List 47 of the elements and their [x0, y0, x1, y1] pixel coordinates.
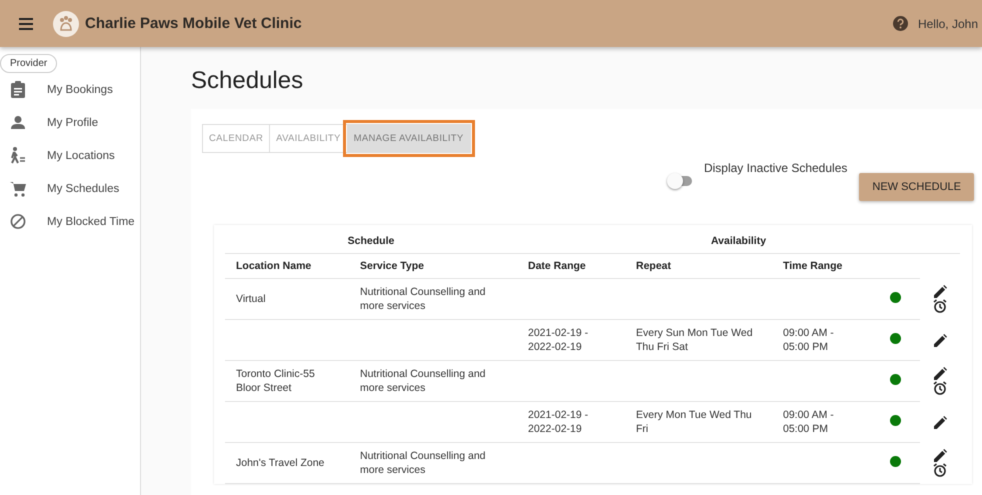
table-cell: 2021-02-19 - 2022-02-19	[528, 409, 588, 435]
edit-pencil-icon[interactable]	[934, 334, 947, 346]
alarm-clock-icon[interactable]	[933, 299, 948, 313]
table-cell: 09:00 AM - 05:00 PM	[783, 409, 834, 435]
alarm-clock-icon[interactable]	[933, 381, 948, 395]
new-schedule-button[interactable]: NEW SCHEDULE	[859, 173, 974, 201]
sidebar-item[interactable]: My Schedules	[0, 172, 140, 205]
role-chip: Provider	[0, 54, 58, 73]
edit-pencil-icon[interactable]	[934, 285, 947, 298]
table-cell: Nutritional Counselling and more services	[360, 450, 486, 476]
person-icon	[10, 116, 26, 129]
table-cell: Every Sun Mon Tue Wed Thu Fri Sat	[636, 327, 753, 353]
edit-pencil-icon[interactable]	[934, 416, 947, 428]
help-icon[interactable]	[892, 16, 908, 31]
sidebar-item[interactable]: My Bookings	[0, 73, 140, 106]
toggle-label: Display Inactive Schedules	[704, 161, 848, 175]
user-greeting[interactable]: Hello, John	[918, 16, 978, 30]
table-cell: Nutritional Counselling and more services	[360, 368, 486, 394]
paw-logo-icon	[52, 10, 80, 38]
table-cell: John's Travel Zone	[236, 457, 324, 469]
sidebar-item[interactable]: My Profile	[0, 106, 140, 139]
sidebar-item[interactable]: My Locations	[0, 139, 140, 172]
table-cell: 09:00 AM - 05:00 PM	[783, 327, 834, 353]
group-header: Availability	[710, 235, 766, 247]
edit-pencil-icon[interactable]	[934, 367, 947, 380]
column-header: Date Range	[528, 260, 586, 272]
table-cell: Toronto Clinic-55 Bloor Street	[236, 368, 315, 394]
table-cell: Virtual	[236, 293, 266, 305]
table-cell: Every Mon Tue Wed Thu Fri	[636, 409, 752, 435]
table-cell: Nutritional Counselling and more services	[360, 286, 486, 312]
menu-icon[interactable]	[19, 18, 33, 30]
clipboard-icon	[10, 81, 26, 98]
toggle-switch[interactable]	[670, 176, 692, 186]
edit-pencil-icon[interactable]	[934, 449, 947, 462]
group-header: Schedule	[348, 235, 394, 247]
app-title: Charlie Paws Mobile Vet Clinic	[85, 15, 302, 32]
page-title: Schedules	[191, 67, 304, 95]
column-header: Location Name	[236, 260, 312, 272]
cart-icon	[10, 180, 26, 196]
table-cell: 2021-02-19 - 2022-02-19	[528, 327, 588, 353]
walking-person-icon	[10, 147, 26, 164]
column-header: Repeat	[636, 260, 672, 272]
column-header: Service Type	[360, 260, 424, 272]
sidebar-item[interactable]: My Blocked Time	[0, 205, 140, 238]
blocked-icon	[10, 214, 26, 229]
alarm-clock-icon[interactable]	[933, 463, 948, 477]
column-header: Time Range	[783, 260, 842, 272]
